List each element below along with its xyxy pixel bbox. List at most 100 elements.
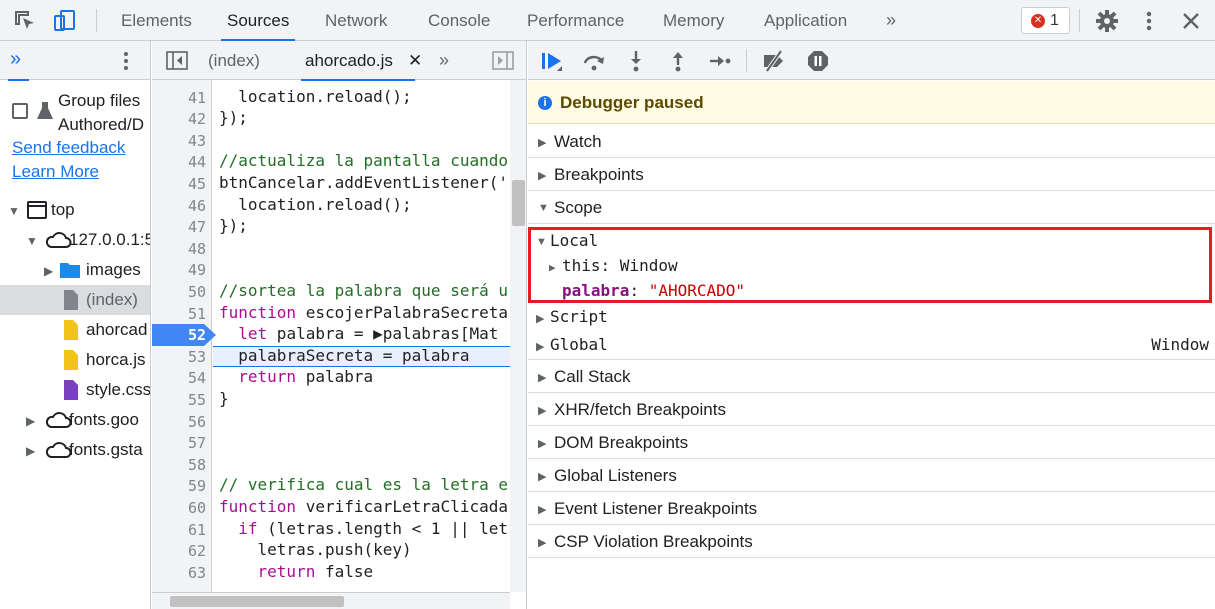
navigator-menu-icon[interactable] (118, 50, 134, 72)
code-line[interactable]: 59 // verifica cual es la letra e (152, 475, 526, 497)
section-dom-breakpoints[interactable]: ▶ DOM Breakpoints (528, 426, 1215, 459)
section-watch[interactable]: ▶ Watch (528, 125, 1215, 158)
code-line[interactable]: 61 if (letras.length < 1 || let (152, 519, 526, 541)
section-call-stack[interactable]: ▶ Call Stack (528, 360, 1215, 393)
code-line[interactable]: 43 (152, 130, 526, 152)
step-icon[interactable] (708, 49, 732, 73)
code-line[interactable]: 49 (152, 259, 526, 281)
line-number[interactable]: 43 (152, 132, 206, 150)
line-number[interactable]: 62 (152, 542, 206, 560)
line-number[interactable]: 59 (152, 477, 206, 495)
toggle-navigator-icon[interactable] (166, 51, 188, 70)
section-xhr-fetch-breakpoints[interactable]: ▶ XHR/fetch Breakpoints (528, 393, 1215, 426)
inspect-element-icon[interactable] (12, 8, 38, 34)
code-line[interactable]: 57 (152, 432, 526, 454)
line-number[interactable]: 52 (152, 326, 206, 344)
more-tabs-button[interactable]: » (886, 0, 896, 41)
tree-item[interactable]: ▶ images (0, 255, 150, 285)
code-line[interactable]: 44 //actualiza la pantalla cuando (152, 151, 526, 173)
tree-item[interactable]: ▶ fonts.gsta (0, 435, 150, 465)
tree-item[interactable]: (index) (0, 285, 150, 315)
code-line[interactable]: 46 location.reload(); (152, 195, 526, 217)
section-csp-violation-breakpoints[interactable]: ▶ CSP Violation Breakpoints (528, 525, 1215, 558)
resume-icon[interactable] (540, 49, 564, 73)
code-line[interactable]: 52 let palabra = ▶palabras[Mat (152, 324, 526, 347)
line-number[interactable]: 44 (152, 153, 206, 171)
deactivate-breakpoints-icon[interactable] (762, 49, 786, 73)
expand-triangle-icon[interactable]: ▶ (536, 312, 544, 325)
step-into-icon[interactable] (624, 49, 648, 73)
line-number[interactable]: 63 (152, 564, 206, 582)
code-line[interactable]: 63 return false (152, 562, 526, 584)
scroll-thumb[interactable] (170, 596, 344, 607)
line-number[interactable]: 47 (152, 218, 206, 236)
tree-item[interactable]: ahorcad (0, 315, 150, 345)
expand-triangle-icon[interactable]: ▼ (8, 204, 20, 218)
settings-gear-icon[interactable] (1094, 8, 1120, 34)
toggle-debugger-icon[interactable] (492, 51, 514, 70)
expand-triangle-icon[interactable]: ▶ (538, 503, 546, 516)
editor-tab-ahorcado-js[interactable]: ahorcado.js (301, 41, 415, 81)
line-number[interactable]: 42 (152, 110, 206, 128)
editor-horizontal-scrollbar[interactable] (152, 592, 510, 609)
line-number[interactable]: 54 (152, 369, 206, 387)
expand-triangle-icon[interactable]: ▶ (44, 264, 53, 278)
line-number[interactable]: 45 (152, 175, 206, 193)
scroll-thumb[interactable] (512, 180, 525, 226)
step-out-icon[interactable] (666, 49, 690, 73)
step-over-icon[interactable] (582, 49, 606, 73)
code-line[interactable]: 54 return palabra (152, 367, 526, 389)
expand-triangle-icon[interactable]: ▶ (538, 136, 546, 149)
close-devtools-icon[interactable] (1178, 8, 1204, 34)
expand-triangle-icon[interactable]: ▶ (538, 437, 546, 450)
tab-sources[interactable]: Sources (220, 0, 296, 41)
expand-triangle-icon[interactable]: ▶ (538, 169, 546, 182)
tab-performance[interactable]: Performance (527, 0, 624, 41)
code-line[interactable]: 41 location.reload(); (152, 87, 526, 109)
section-breakpoints[interactable]: ▶ Breakpoints (528, 158, 1215, 191)
line-number[interactable]: 41 (152, 89, 206, 107)
expand-triangle-icon[interactable]: ▶ (538, 536, 546, 549)
expand-triangle-icon[interactable]: ▶ (536, 340, 544, 353)
expand-triangle-icon[interactable]: ▶ (26, 444, 35, 458)
more-options-icon[interactable] (1136, 8, 1162, 34)
send-feedback-link[interactable]: Send feedback (12, 138, 125, 158)
expand-triangle-icon[interactable]: ▼ (26, 234, 38, 248)
editor-vertical-scrollbar[interactable] (510, 80, 526, 592)
expand-triangle-icon[interactable]: ▶ (538, 470, 546, 483)
line-number[interactable]: 46 (152, 197, 206, 215)
code-line[interactable]: 60 function verificarLetraClicada (152, 497, 526, 519)
learn-more-link[interactable]: Learn More (12, 162, 99, 182)
code-line[interactable]: 53 palabraSecreta = palabra (152, 346, 526, 368)
code-line[interactable]: 51 function escojerPalabraSecreta (152, 303, 526, 325)
code-line[interactable]: 48 (152, 238, 526, 260)
code-line[interactable]: 45 btnCancelar.addEventListener(' (152, 173, 526, 195)
code-line[interactable]: 62 letras.push(key) (152, 540, 526, 562)
tab-network[interactable]: Network (325, 0, 387, 41)
code-line[interactable]: 58 (152, 454, 526, 476)
line-number[interactable]: 49 (152, 261, 206, 279)
scope-script[interactable]: ▶ Script (528, 305, 1215, 330)
line-number[interactable]: 60 (152, 499, 206, 517)
line-number[interactable]: 53 (152, 348, 206, 366)
tree-item[interactable]: ▼ 127.0.0.1:5 (0, 225, 150, 255)
line-number[interactable]: 61 (152, 521, 206, 539)
tree-item[interactable]: ▶ fonts.goo (0, 405, 150, 435)
scope-global[interactable]: ▶ Global Window (528, 333, 1215, 358)
code-line[interactable]: 50 //sortea la palabra que será u (152, 281, 526, 303)
close-tab-icon[interactable]: ✕ (408, 41, 422, 80)
code-line[interactable]: 56 (152, 411, 526, 433)
line-number[interactable]: 50 (152, 283, 206, 301)
tab-memory[interactable]: Memory (663, 0, 724, 41)
device-toolbar-icon[interactable] (52, 8, 78, 34)
section-global-listeners[interactable]: ▶ Global Listeners (528, 459, 1215, 492)
section-scope[interactable]: ▼ Scope (528, 191, 1215, 224)
editor-tab-index[interactable]: (index) (208, 41, 260, 80)
error-count-badge[interactable]: ✕ 1 (1021, 7, 1070, 34)
expand-triangle-icon[interactable]: ▶ (26, 414, 35, 428)
expand-triangle-icon[interactable]: ▶ (538, 371, 546, 384)
group-files-checkbox[interactable] (12, 103, 28, 119)
tab-elements[interactable]: Elements (121, 0, 192, 41)
line-number[interactable]: 56 (152, 413, 206, 431)
expand-triangle-icon[interactable]: ▼ (538, 202, 549, 214)
